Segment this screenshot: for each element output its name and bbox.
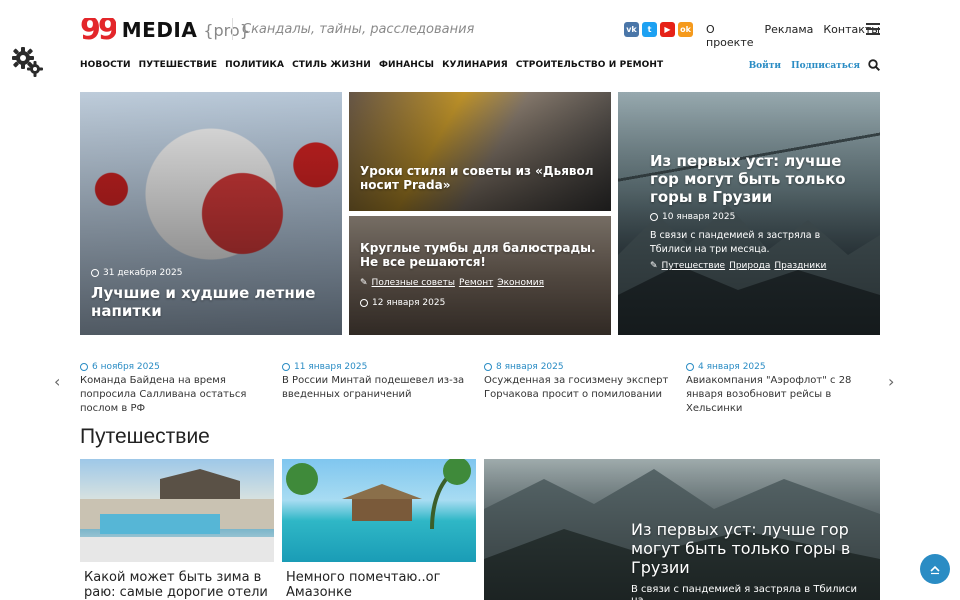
tag-icon: ✎	[650, 261, 658, 271]
clock-icon	[360, 299, 368, 307]
card-tags: ✎ Полезные советы Ремонт Экономия	[360, 278, 544, 288]
tag-link[interactable]: Полезные советы	[372, 278, 455, 288]
ticker-next-arrow-icon[interactable]: ›	[888, 372, 894, 391]
card-title[interactable]: Из первых уст: лучше гор могут быть толь…	[650, 152, 860, 206]
card-image-amazon[interactable]	[282, 457, 476, 562]
tick-date: 8 января 2025	[496, 362, 564, 372]
clock-icon	[686, 363, 694, 371]
clock-icon	[91, 269, 99, 277]
clock-icon	[484, 363, 492, 371]
hero-grid: 31 декабря 2025 Лучшие и худшие летние н…	[80, 92, 880, 335]
nav-item-news[interactable]: НОВОСТИ	[80, 60, 131, 70]
nav-item-travel[interactable]: ПУТЕШЕСТВИЕ	[139, 60, 217, 70]
card-date: 31 декабря 2025	[91, 268, 182, 278]
clock-icon	[282, 363, 290, 371]
ticker-item[interactable]: 4 января 2025 Авиакомпания "Аэрофлот" с …	[686, 362, 882, 416]
tag-link[interactable]: Праздники	[774, 261, 826, 271]
beach-image	[286, 457, 471, 530]
card-tags: ✎ Путешествие Природа Праздники	[650, 261, 826, 271]
scroll-to-top-button[interactable]	[920, 554, 950, 584]
menu-hamburger-icon[interactable]	[866, 23, 880, 35]
hero-card-drinks[interactable]: 31 декабря 2025 Лучшие и худшие летние н…	[80, 92, 342, 335]
tick-date: 4 января 2025	[698, 362, 766, 372]
top-links: О проекте Реклама Контакты	[706, 23, 880, 49]
section-title: Путешествие	[80, 425, 210, 448]
tick-headline[interactable]: В России Минтай подешевел из-за введенны…	[282, 374, 478, 402]
odnoklassniki-icon[interactable]: ok	[678, 22, 693, 37]
resort-image	[80, 469, 274, 562]
tick-date: 11 января 2025	[294, 362, 368, 372]
card-title[interactable]: Немного помечтаю..ог Амазонке	[286, 570, 476, 600]
tag-link[interactable]: Природа	[729, 261, 770, 271]
youtube-icon[interactable]: ▶	[660, 22, 675, 37]
nav-item-cooking[interactable]: КУЛИНАРИЯ	[442, 60, 508, 70]
date-text: 31 декабря 2025	[103, 268, 183, 278]
logo-wordmark: MEDIA	[121, 18, 198, 42]
nav-item-politics[interactable]: ПОЛИТИКА	[225, 60, 284, 70]
card-title[interactable]: Круглые тумбы для балюстрады. Не все реш…	[360, 241, 606, 270]
nav-item-construction[interactable]: СТРОИТЕЛЬСТВО И РЕМОНТ	[516, 60, 663, 70]
logo-divider	[232, 18, 233, 40]
site-tagline: Скандалы, тайны, расследования	[242, 22, 475, 37]
site-logo[interactable]: 99 MEDIA {pro}	[80, 18, 250, 42]
tag-link[interactable]: Ремонт	[459, 278, 493, 288]
hero-card-style[interactable]: Уроки стиля и советы из «Дьявол носит Pr…	[349, 92, 611, 211]
tag-link[interactable]: Экономия	[497, 278, 544, 288]
login-link[interactable]: Войти	[749, 61, 782, 71]
card-title[interactable]: Из первых уст: лучше гор могут быть толь…	[631, 520, 871, 578]
social-links: vk t ▶ ok	[624, 22, 693, 37]
settings-gear-icon[interactable]	[12, 46, 44, 78]
ticker-item[interactable]: 6 ноября 2025 Команда Байдена на время п…	[80, 362, 276, 416]
card-date: 12 января 2025	[360, 298, 445, 308]
card-title[interactable]: Какой может быть зима в раю: самые дорог…	[84, 570, 274, 600]
ticker-prev-arrow-icon[interactable]: ‹	[54, 372, 60, 391]
nav-item-lifestyle[interactable]: СТИЛЬ ЖИЗНИ	[292, 60, 371, 70]
ticker-item[interactable]: 11 января 2025 В России Минтай подешевел…	[282, 362, 478, 402]
hero-card-georgia[interactable]: Из первых уст: лучше гор могут быть толь…	[618, 92, 880, 335]
twitter-icon[interactable]: t	[642, 22, 657, 37]
card-title[interactable]: Лучшие и худшие летние напитки	[91, 284, 331, 320]
card-image-resort[interactable]	[80, 459, 274, 562]
vk-icon[interactable]: vk	[624, 22, 639, 37]
link-about[interactable]: О проекте	[706, 23, 755, 49]
link-ads[interactable]: Реклама	[765, 23, 814, 49]
card-title[interactable]: Уроки стиля и советы из «Дьявол носит Pr…	[360, 164, 606, 193]
news-ticker: ‹ 6 ноября 2025 Команда Байдена на время…	[52, 362, 904, 414]
signup-link[interactable]: Подписаться	[791, 61, 860, 71]
tick-headline[interactable]: Команда Байдена на время попросила Салли…	[80, 374, 276, 416]
tag-icon: ✎	[360, 278, 368, 288]
card-excerpt: В связи с пандемией я застряла в Тбилиси…	[650, 230, 821, 255]
card-date: 10 января 2025	[650, 212, 735, 222]
card-excerpt: В связи с пандемией я застряла в Тбилиси…	[631, 584, 858, 600]
tick-headline[interactable]: Авиакомпания "Аэрофлот" с 28 января возо…	[686, 374, 882, 416]
arrow-up-icon	[930, 565, 940, 575]
tag-link[interactable]: Путешествие	[662, 261, 726, 271]
card-georgia-large[interactable]: Из первых уст: лучше гор могут быть толь…	[484, 459, 880, 600]
logo-quote-mark: 99	[80, 18, 116, 42]
site-header: 99 MEDIA {pro} Скандалы, тайны, расследо…	[80, 16, 880, 49]
tick-headline[interactable]: Осужденная за госизмену эксперт Горчаков…	[484, 374, 680, 402]
ticker-item[interactable]: 8 января 2025 Осужденная за госизмену эк…	[484, 362, 680, 402]
nav-item-finance[interactable]: ФИНАНСЫ	[379, 60, 434, 70]
tick-date: 6 ноября 2025	[92, 362, 160, 372]
hero-card-balustrade[interactable]: Круглые тумбы для балюстрады. Не все реш…	[349, 216, 611, 335]
search-icon[interactable]	[868, 59, 880, 71]
date-text: 10 января 2025	[662, 212, 736, 222]
clock-icon	[80, 363, 88, 371]
main-nav: НОВОСТИ ПУТЕШЕСТВИЕ ПОЛИТИКА СТИЛЬ ЖИЗНИ…	[80, 59, 880, 74]
clock-icon	[650, 213, 658, 221]
date-text: 12 января 2025	[372, 298, 446, 308]
